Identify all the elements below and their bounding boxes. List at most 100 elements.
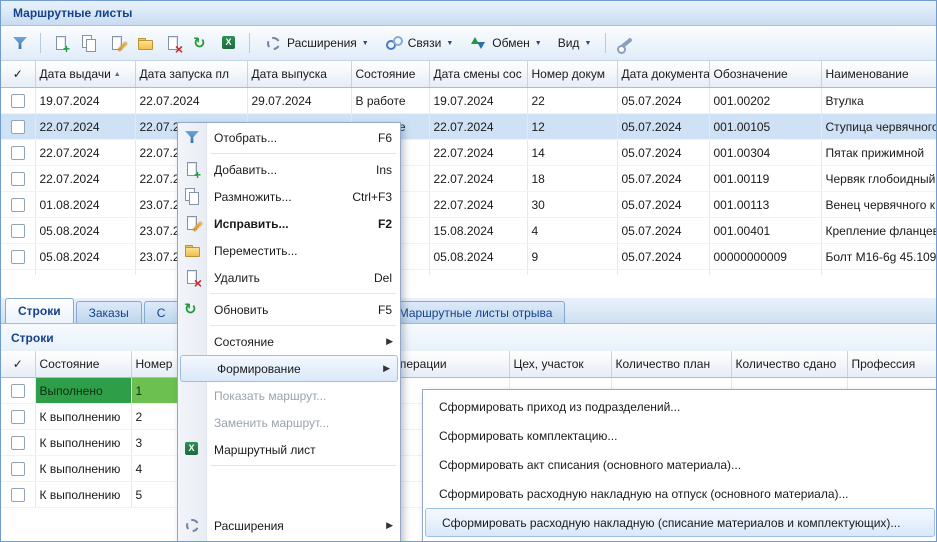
table-row[interactable]: 01.08.2024 23.07.2024 22.07.2024 30 05.0… [1, 192, 937, 218]
cell-doc-date[interactable]: 05.07.2024 [617, 270, 709, 276]
cell-name[interactable]: Втулка [821, 88, 937, 114]
submenu-item-writeoff-act[interactable]: Сформировать акт списания (основного мат… [423, 450, 937, 479]
cell-doc-number[interactable]: 18 [527, 166, 617, 192]
cell-line-state[interactable]: К выполнению [35, 404, 131, 430]
row-checkbox-cell[interactable] [1, 218, 35, 244]
cell-name[interactable]: Болт M16-6g 45.109 [821, 244, 937, 270]
line-checkbox-cell[interactable] [1, 482, 35, 508]
row-checkbox[interactable] [11, 172, 25, 186]
menu-item-delete[interactable]: Удалить Del [178, 264, 400, 291]
cell-state-change-date[interactable]: 22.07.2024 [429, 166, 527, 192]
col-designation[interactable]: Обозначение [709, 61, 821, 88]
col-line-state[interactable]: Состояние [35, 351, 131, 378]
duplicate-button[interactable] [76, 31, 102, 55]
menu-item-filter[interactable]: Отобрать... F6 [178, 124, 400, 151]
cell-doc-date[interactable]: 05.07.2024 [617, 114, 709, 140]
cell-doc-date[interactable]: 05.07.2024 [617, 166, 709, 192]
move-button[interactable] [132, 31, 158, 55]
line-checkbox-cell[interactable] [1, 430, 35, 456]
row-checkbox-cell[interactable] [1, 166, 35, 192]
row-checkbox-cell[interactable] [1, 114, 35, 140]
cell-designation[interactable]: 001.00401 [709, 218, 821, 244]
cell-state-change-date[interactable]: 22.07.2024 [429, 114, 527, 140]
menu-item-forming[interactable]: Формирование ▶ [180, 355, 398, 382]
cell-line-number[interactable]: 2 [131, 404, 179, 430]
edit-button[interactable] [104, 31, 130, 55]
cell-issue-date[interactable]: 19.07.2024 [35, 88, 135, 114]
cell-state-change-date[interactable]: 22.07.2024 [429, 192, 527, 218]
add-button[interactable] [48, 31, 74, 55]
cell-designation[interactable]: 001.00202 [709, 88, 821, 114]
row-checkbox-cell[interactable] [1, 88, 35, 114]
cell-line-state[interactable]: Выполнено [35, 378, 131, 404]
cell-state-change-date[interactable]: 15.08.2024 [429, 218, 527, 244]
cell-doc-number[interactable]: 9 [527, 244, 617, 270]
view-menu-button[interactable]: Вид ▼ [551, 34, 599, 52]
col-doc-number[interactable]: Номер докум [527, 61, 617, 88]
cell-doc-date[interactable]: 05.07.2024 [617, 192, 709, 218]
row-checkbox[interactable] [11, 250, 25, 264]
submenu-item-kitting[interactable]: Сформировать комплектацию... [423, 421, 937, 450]
menu-item-move[interactable]: Переместить... [178, 237, 400, 264]
select-all-lines-header[interactable]: ✓ [1, 351, 35, 378]
cell-line-state[interactable]: К выполнению [35, 482, 131, 508]
row-checkbox-cell[interactable] [1, 140, 35, 166]
cell-issue-date[interactable]: 22.07.2024 [35, 114, 135, 140]
line-checkbox[interactable] [11, 410, 25, 424]
cell-issue-date[interactable]: 12.08.2024 [35, 270, 135, 276]
tab-orders[interactable]: Заказы [76, 301, 142, 323]
cell-name[interactable] [821, 270, 937, 276]
cell-doc-date[interactable]: 05.07.2024 [617, 218, 709, 244]
row-checkbox-cell[interactable] [1, 192, 35, 218]
cell-line-state[interactable]: К выполнению [35, 430, 131, 456]
table-row[interactable]: 22.07.2024 22.07.2024 22.07.2024 14 05.0… [1, 140, 937, 166]
row-checkbox-cell[interactable] [1, 244, 35, 270]
submenu-item-incoming[interactable]: Сформировать приход из подразделений... [423, 392, 937, 421]
table-row[interactable]: 22.07.2024 22.07.2024 26.07.2024 В работ… [1, 114, 937, 140]
cell-state-change-date[interactable]: 22.07.2024 [429, 140, 527, 166]
cell-state-change-date[interactable]: 12.08.2024 [429, 270, 527, 276]
line-checkbox-cell[interactable] [1, 404, 35, 430]
cell-name[interactable]: Пятак прижимной [821, 140, 937, 166]
cell-doc-date[interactable]: 05.07.2024 [617, 88, 709, 114]
cell-line-number[interactable]: 3 [131, 430, 179, 456]
cell-designation[interactable]: 001.00304 [709, 140, 821, 166]
col-qty-plan[interactable]: Количество план [611, 351, 731, 378]
col-profession[interactable]: Профессия [847, 351, 937, 378]
cell-issue-date[interactable]: 05.08.2024 [35, 244, 135, 270]
cell-doc-number[interactable]: 12 [527, 114, 617, 140]
links-menu-button[interactable]: Связи ▼ [378, 32, 461, 54]
line-checkbox[interactable] [11, 462, 25, 476]
menu-item-refresh[interactable]: Обновить F5 [178, 296, 400, 323]
cell-designation[interactable]: 001.00203 [709, 270, 821, 276]
menu-item-add[interactable]: Добавить... Ins [178, 156, 400, 183]
menu-item-route-sheet[interactable]: Маршрутный лист [178, 436, 400, 463]
extensions-menu-button[interactable]: Расширения ▼ [257, 32, 376, 54]
cell-designation[interactable]: 001.00119 [709, 166, 821, 192]
menu-item-edit[interactable]: Исправить... F2 [178, 210, 400, 237]
tab-lines[interactable]: Строки [5, 298, 74, 323]
cell-designation[interactable]: 001.00105 [709, 114, 821, 140]
line-checkbox[interactable] [11, 488, 25, 502]
row-checkbox[interactable] [11, 198, 25, 212]
submenu-item-issue-invoice[interactable]: Сформировать расходную накладную на отпу… [423, 479, 937, 508]
settings-wrench-button[interactable] [613, 31, 639, 55]
cell-doc-number[interactable]: 30 [527, 270, 617, 276]
line-checkbox[interactable] [11, 436, 25, 450]
menu-item-duplicate[interactable]: Размножить... Ctrl+F3 [178, 183, 400, 210]
table-row[interactable]: 05.08.2024 23.07.2024 05.08.2024 9 05.07… [1, 244, 937, 270]
cell-line-state[interactable]: К выполнению [35, 456, 131, 482]
col-qty-done[interactable]: Количество сдано [731, 351, 847, 378]
cell-line-number[interactable]: 4 [131, 456, 179, 482]
cell-issue-date[interactable]: 05.08.2024 [35, 218, 135, 244]
line-checkbox-cell[interactable] [1, 378, 35, 404]
exchange-menu-button[interactable]: Обмен ▼ [462, 32, 548, 54]
col-state-change-date[interactable]: Дата смены сос [429, 61, 527, 88]
col-line-number[interactable]: Номер [131, 351, 179, 378]
col-launch-date[interactable]: Дата запуска пл [135, 61, 247, 88]
cell-name[interactable]: Венец червячного к [821, 192, 937, 218]
row-checkbox[interactable] [11, 224, 25, 238]
cell-doc-number[interactable]: 22 [527, 88, 617, 114]
line-checkbox[interactable] [11, 384, 25, 398]
col-release-date[interactable]: Дата выпуска [247, 61, 351, 88]
